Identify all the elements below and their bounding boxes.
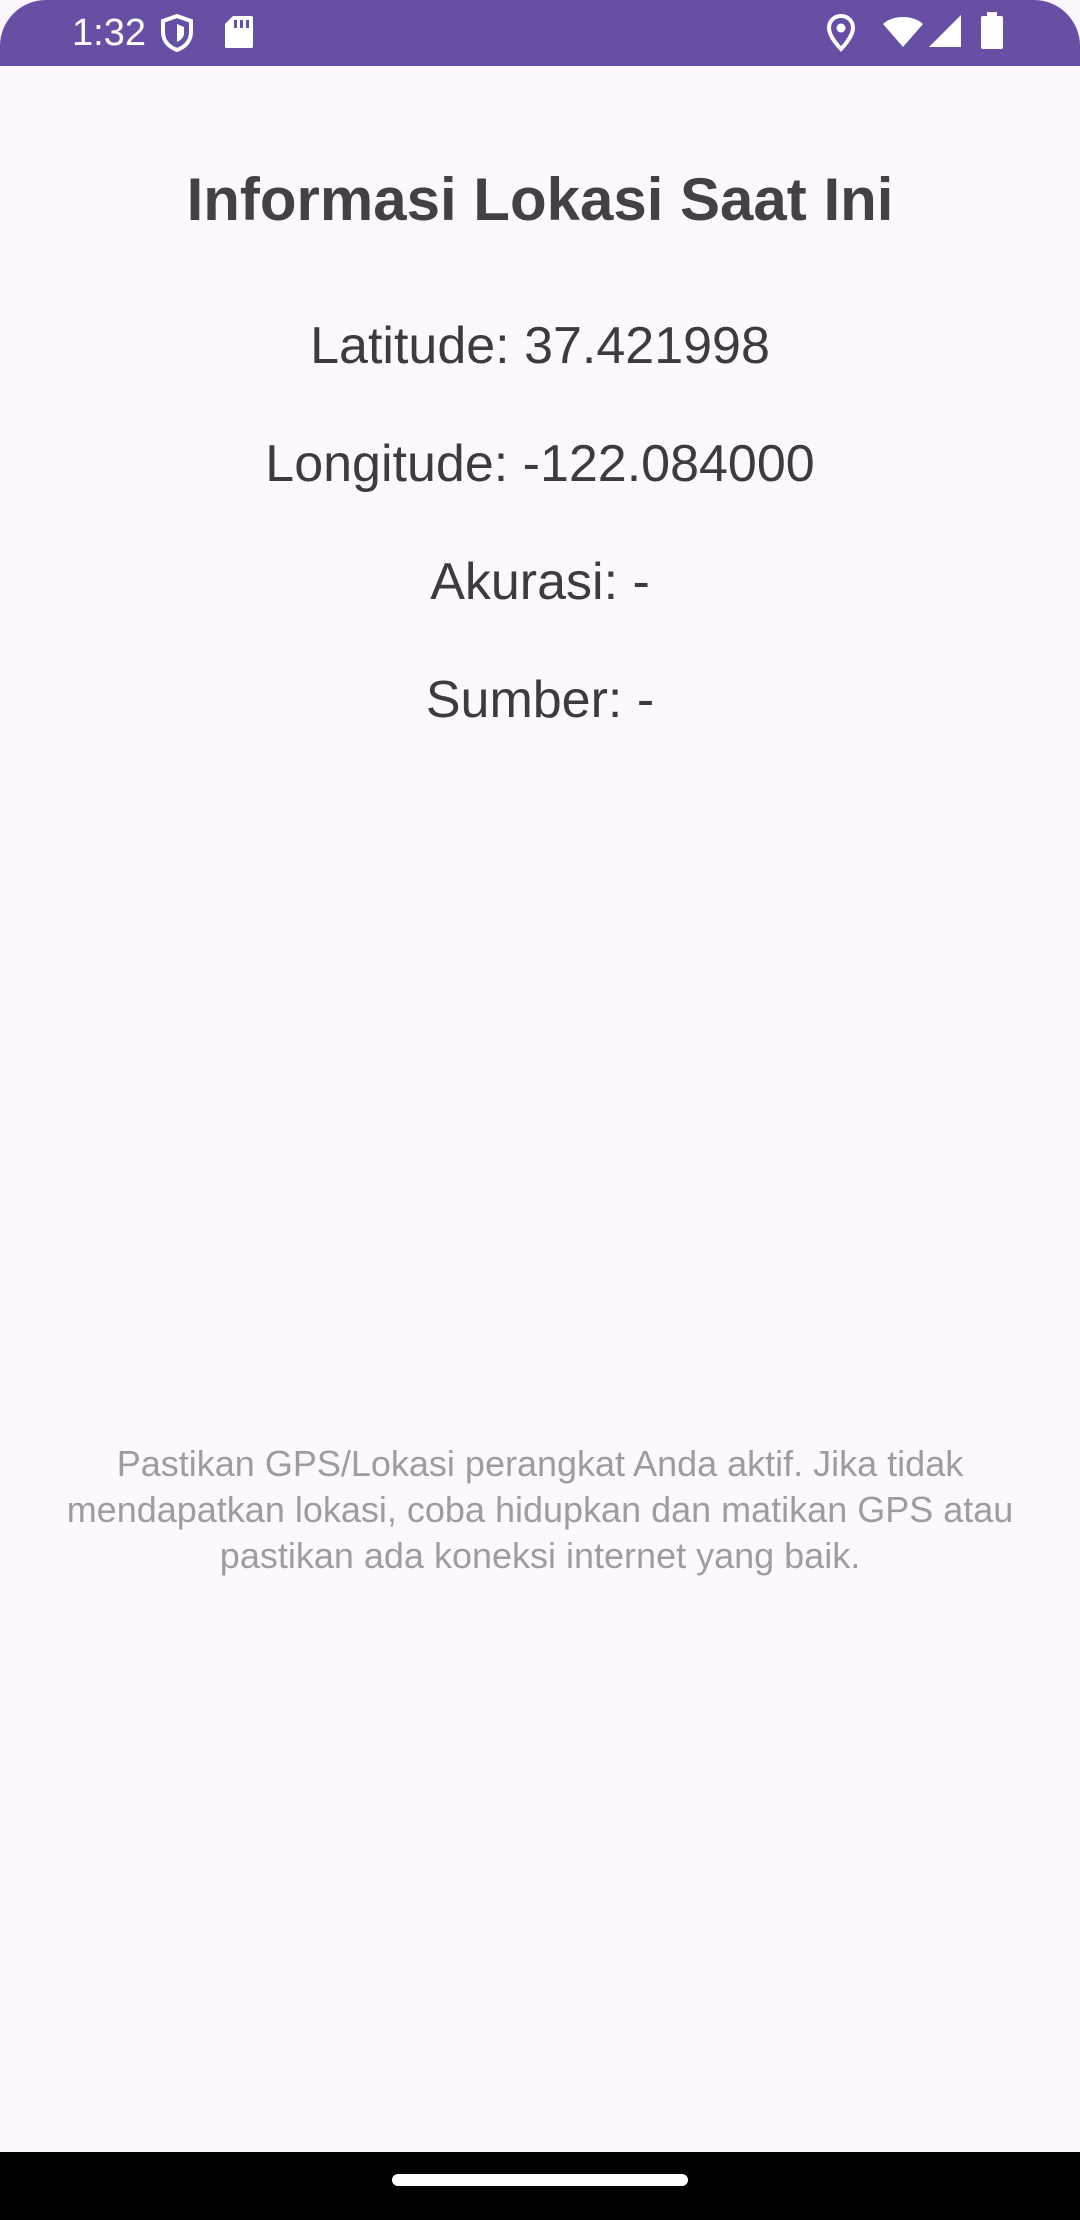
navigation-bar [0,2152,1080,2220]
shield-icon [161,14,193,52]
accuracy-text: Akurasi: - [430,553,650,611]
wifi-icon [883,17,923,47]
location-info-screen: Informasi Lokasi Saat Ini Latitude: 37.4… [0,66,1080,2152]
signal-icon [929,15,961,47]
home-gesture-handle[interactable] [392,2174,688,2186]
status-bar: 1:32 [0,0,1080,66]
page-title: Informasi Lokasi Saat Ini [186,166,894,233]
longitude-text: Longitude: -122.084000 [265,435,815,493]
gps-hint-text: Pastikan GPS/Lokasi perangkat Anda aktif… [66,1443,1014,1576]
latitude-text: Latitude: 37.421998 [310,317,770,375]
source-text: Sumber: - [425,671,655,729]
status-time: 1:32 [72,12,146,54]
battery-icon [981,12,1003,49]
sd-card-icon [225,16,253,48]
location-pin-icon [826,14,856,52]
